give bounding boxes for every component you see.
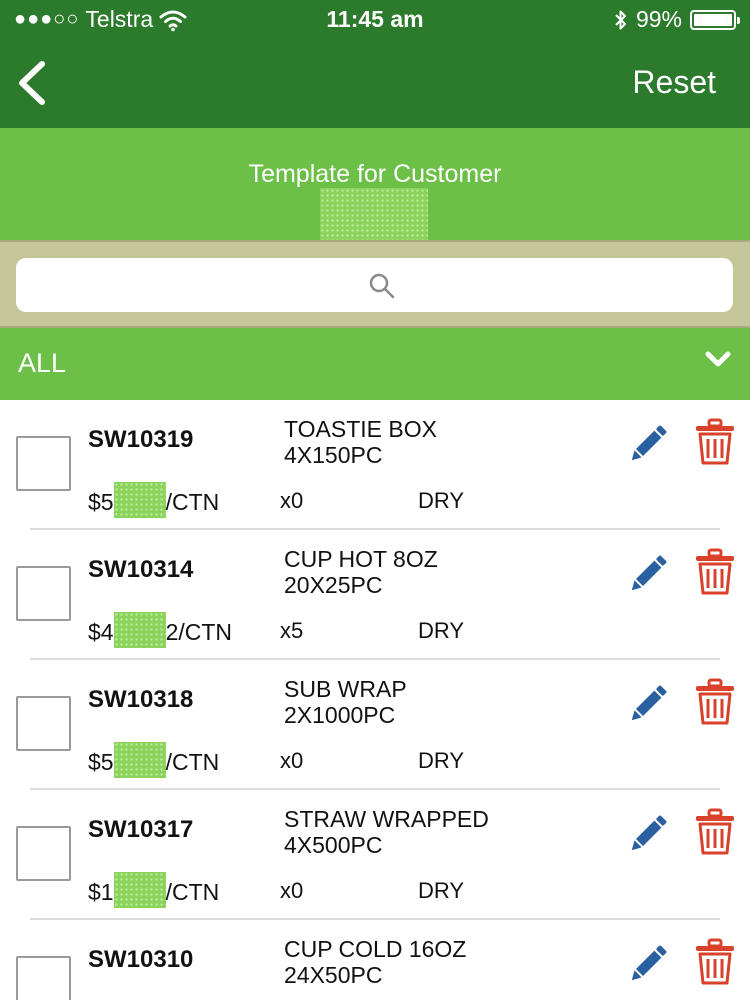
product-price: $1 /CTN: [88, 872, 220, 908]
product-pack-size: 2X1000PC: [284, 702, 396, 728]
edit-button[interactable]: [624, 420, 672, 468]
select-checkbox[interactable]: [16, 436, 71, 491]
price-redacted: [113, 612, 166, 648]
edit-button[interactable]: [624, 810, 672, 858]
category-filter-dropdown[interactable]: ALL: [0, 328, 750, 400]
price-suffix: 2/CTN: [165, 618, 233, 645]
select-checkbox[interactable]: [16, 696, 71, 751]
product-pack-size: 20X25PC: [284, 572, 383, 598]
price-redacted: [113, 742, 166, 778]
template-header: Template for Customer: [0, 128, 750, 240]
category-filter-label: ALL: [18, 348, 67, 378]
price-prefix: $4: [88, 618, 114, 645]
product-pack-size: 24X50PC: [284, 962, 383, 988]
product-quantity: x0: [280, 878, 304, 903]
product-description: TOASTIE BOX: [284, 416, 437, 442]
battery-icon: [690, 9, 740, 30]
delete-button[interactable]: [694, 938, 736, 986]
product-row: SW10318 $5 /CTN SUB WRAP 2X1000PC x0 DRY: [0, 660, 750, 790]
status-bar: ●●●○○ Telstra 11:45 am 99%: [0, 6, 750, 36]
search-bar-container: [0, 240, 750, 328]
price-suffix: /CTN: [165, 878, 220, 905]
product-quantity: x5: [280, 618, 304, 643]
price-suffix: /CTN: [165, 488, 220, 515]
product-description: CUP COLD 16OZ: [284, 936, 467, 962]
price-prefix: $5: [88, 748, 114, 775]
delete-button[interactable]: [694, 808, 736, 856]
edit-button[interactable]: [624, 940, 672, 988]
product-price: $5 /CTN: [88, 742, 220, 778]
customer-name-redacted: [320, 188, 428, 240]
price-suffix: /CTN: [165, 748, 220, 775]
price-prefix: $5: [88, 488, 114, 515]
bluetooth-icon: [615, 10, 626, 29]
template-title: Template for Customer: [248, 160, 502, 188]
select-checkbox[interactable]: [16, 826, 71, 881]
select-checkbox[interactable]: [16, 566, 71, 621]
storage-type: DRY: [418, 878, 465, 903]
product-description: SUB WRAP: [284, 676, 407, 702]
storage-type: DRY: [418, 618, 465, 643]
product-list: SW10319 $5 /CTN TOASTIE BOX 4X150PC x0 D…: [0, 400, 750, 1000]
search-icon: [369, 273, 395, 299]
product-quantity: x0: [280, 748, 304, 773]
battery-level-fill: [694, 13, 732, 26]
product-quantity: x0: [280, 488, 304, 513]
price-redacted: [113, 872, 166, 908]
chevron-down-icon: [705, 351, 731, 367]
select-checkbox[interactable]: [16, 956, 71, 1000]
delete-button[interactable]: [694, 678, 736, 726]
back-button[interactable]: [12, 58, 52, 108]
reset-button[interactable]: Reset: [632, 64, 716, 101]
product-row: SW10310 CUP COLD 16OZ 24X50PC: [0, 920, 750, 1000]
edit-button[interactable]: [624, 550, 672, 598]
product-pack-size: 4X150PC: [284, 442, 383, 468]
product-code: SW10314: [88, 556, 194, 583]
navigation-bar: ●●●○○ Telstra 11:45 am 99% Reset: [0, 0, 750, 128]
delete-button[interactable]: [694, 548, 736, 596]
edit-button[interactable]: [624, 680, 672, 728]
product-description: CUP HOT 8OZ: [284, 546, 438, 572]
product-description: STRAW WRAPPED: [284, 806, 489, 832]
product-code: SW10310: [88, 946, 194, 973]
product-code: SW10317: [88, 816, 194, 843]
product-row: SW10317 $1 /CTN STRAW WRAPPED 4X500PC x0…: [0, 790, 750, 920]
search-input[interactable]: [16, 258, 733, 312]
product-code: SW10319: [88, 426, 194, 453]
price-redacted: [113, 482, 166, 518]
delete-button[interactable]: [694, 418, 736, 466]
status-right: 99%: [614, 6, 740, 33]
product-code: SW10318: [88, 686, 194, 713]
storage-type: DRY: [418, 488, 465, 513]
product-row: SW10319 $5 /CTN TOASTIE BOX 4X150PC x0 D…: [0, 400, 750, 530]
product-pack-size: 4X500PC: [284, 832, 383, 858]
price-prefix: $1: [88, 878, 114, 905]
product-row: SW10314 $4 2/CTN CUP HOT 8OZ 20X25PC x5 …: [0, 530, 750, 660]
product-price: $5 /CTN: [88, 482, 220, 518]
battery-percent: 99%: [635, 6, 682, 32]
product-price: $4 2/CTN: [88, 612, 233, 648]
storage-type: DRY: [418, 748, 465, 773]
